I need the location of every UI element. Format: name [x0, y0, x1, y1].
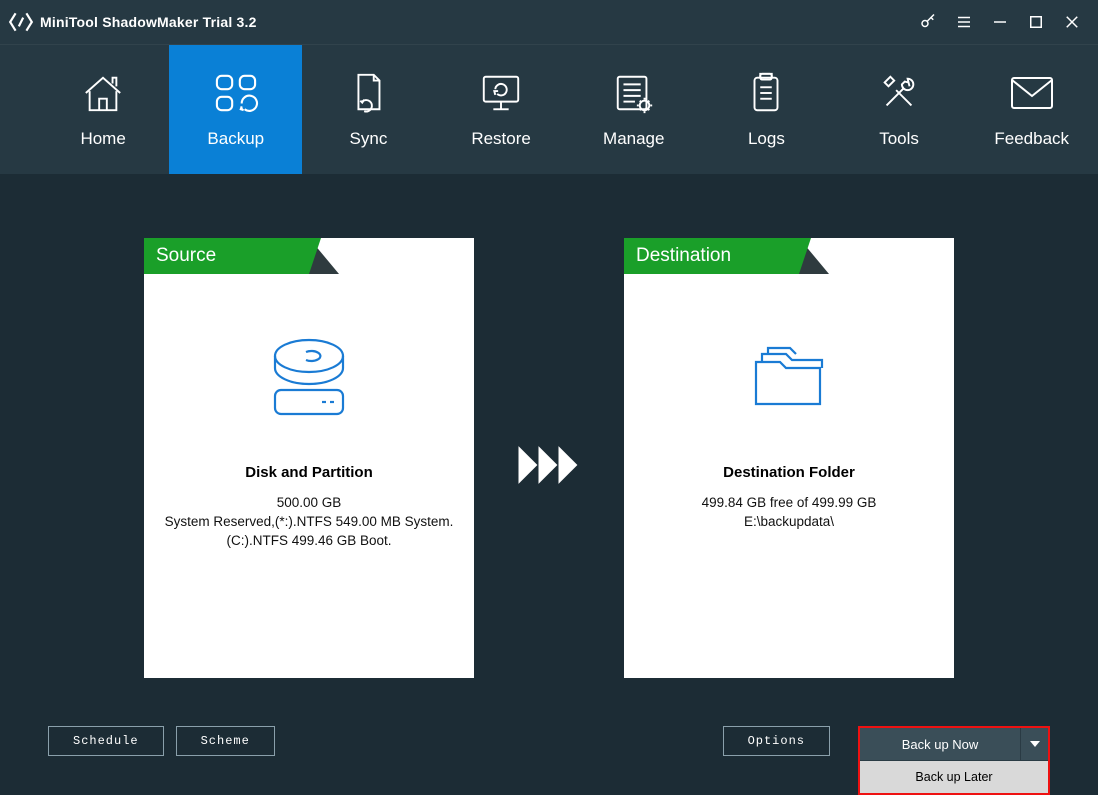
- backup-icon: [211, 71, 261, 115]
- sync-icon: [348, 71, 388, 115]
- tab-feedback-label: Feedback: [994, 129, 1069, 149]
- source-detail-2: (C:).NTFS 499.46 GB Boot.: [144, 533, 474, 548]
- home-icon: [80, 71, 126, 115]
- source-title: Disk and Partition: [144, 464, 474, 481]
- app-title: MiniTool ShadowMaker Trial 3.2: [40, 14, 257, 30]
- scheme-button[interactable]: Scheme: [176, 726, 275, 756]
- tab-home[interactable]: Home: [37, 45, 170, 174]
- backup-now-button[interactable]: Back up Now: [860, 728, 1020, 760]
- tab-tools[interactable]: Tools: [833, 45, 966, 174]
- close-button[interactable]: [1054, 0, 1090, 44]
- disk-icon: [144, 324, 474, 434]
- minimize-button[interactable]: [982, 0, 1018, 44]
- tools-icon: [876, 71, 922, 115]
- source-size: 500.00 GB: [144, 495, 474, 510]
- feedback-icon: [1008, 71, 1056, 115]
- tab-logs-label: Logs: [748, 129, 785, 149]
- tab-manage[interactable]: Manage: [567, 45, 700, 174]
- app-logo-icon: [8, 9, 34, 35]
- content-area: Source Disk and Partition 500.00 GB Syst…: [0, 174, 1098, 792]
- tab-home-label: Home: [80, 129, 125, 149]
- arrows-icon: [519, 444, 579, 486]
- tab-backup[interactable]: Backup: [169, 45, 302, 174]
- main-nav: Home Backup Sync Restore: [0, 44, 1098, 174]
- source-detail-1: System Reserved,(*:).NTFS 549.00 MB Syst…: [144, 514, 474, 529]
- tab-restore-label: Restore: [471, 129, 531, 149]
- manage-icon: [611, 71, 657, 115]
- destination-path: E:\backupdata\: [624, 514, 954, 529]
- backup-later-menu-item[interactable]: Back up Later: [860, 761, 1048, 793]
- tab-sync-label: Sync: [350, 129, 388, 149]
- tab-backup-label: Backup: [207, 129, 264, 149]
- destination-header-label: Destination: [624, 238, 799, 274]
- key-icon[interactable]: [910, 0, 946, 44]
- backup-split-button: Back up Now Back up Later: [858, 726, 1050, 795]
- maximize-button[interactable]: [1018, 0, 1054, 44]
- tab-tools-label: Tools: [879, 129, 919, 149]
- restore-icon: [477, 71, 525, 115]
- options-button[interactable]: Options: [723, 726, 830, 756]
- tab-feedback[interactable]: Feedback: [965, 45, 1098, 174]
- schedule-button[interactable]: Schedule: [48, 726, 164, 756]
- destination-title: Destination Folder: [624, 464, 954, 481]
- menu-icon[interactable]: [946, 0, 982, 44]
- title-bar: MiniTool ShadowMaker Trial 3.2: [0, 0, 1098, 44]
- destination-card[interactable]: Destination Destination Folder 499.84 GB…: [624, 238, 954, 678]
- source-header-label: Source: [144, 238, 309, 274]
- destination-free: 499.84 GB free of 499.99 GB: [624, 495, 954, 510]
- folder-icon: [624, 324, 954, 434]
- source-card[interactable]: Source Disk and Partition 500.00 GB Syst…: [144, 238, 474, 678]
- source-card-header: Source: [144, 238, 474, 274]
- logs-icon: [746, 71, 786, 115]
- destination-card-header: Destination: [624, 238, 954, 274]
- tab-manage-label: Manage: [603, 129, 664, 149]
- footer-bar: Schedule Scheme Options Back up Now Back…: [0, 720, 1098, 792]
- backup-dropdown-button[interactable]: [1020, 728, 1048, 760]
- tab-sync[interactable]: Sync: [302, 45, 435, 174]
- tab-restore[interactable]: Restore: [435, 45, 568, 174]
- tab-logs[interactable]: Logs: [700, 45, 833, 174]
